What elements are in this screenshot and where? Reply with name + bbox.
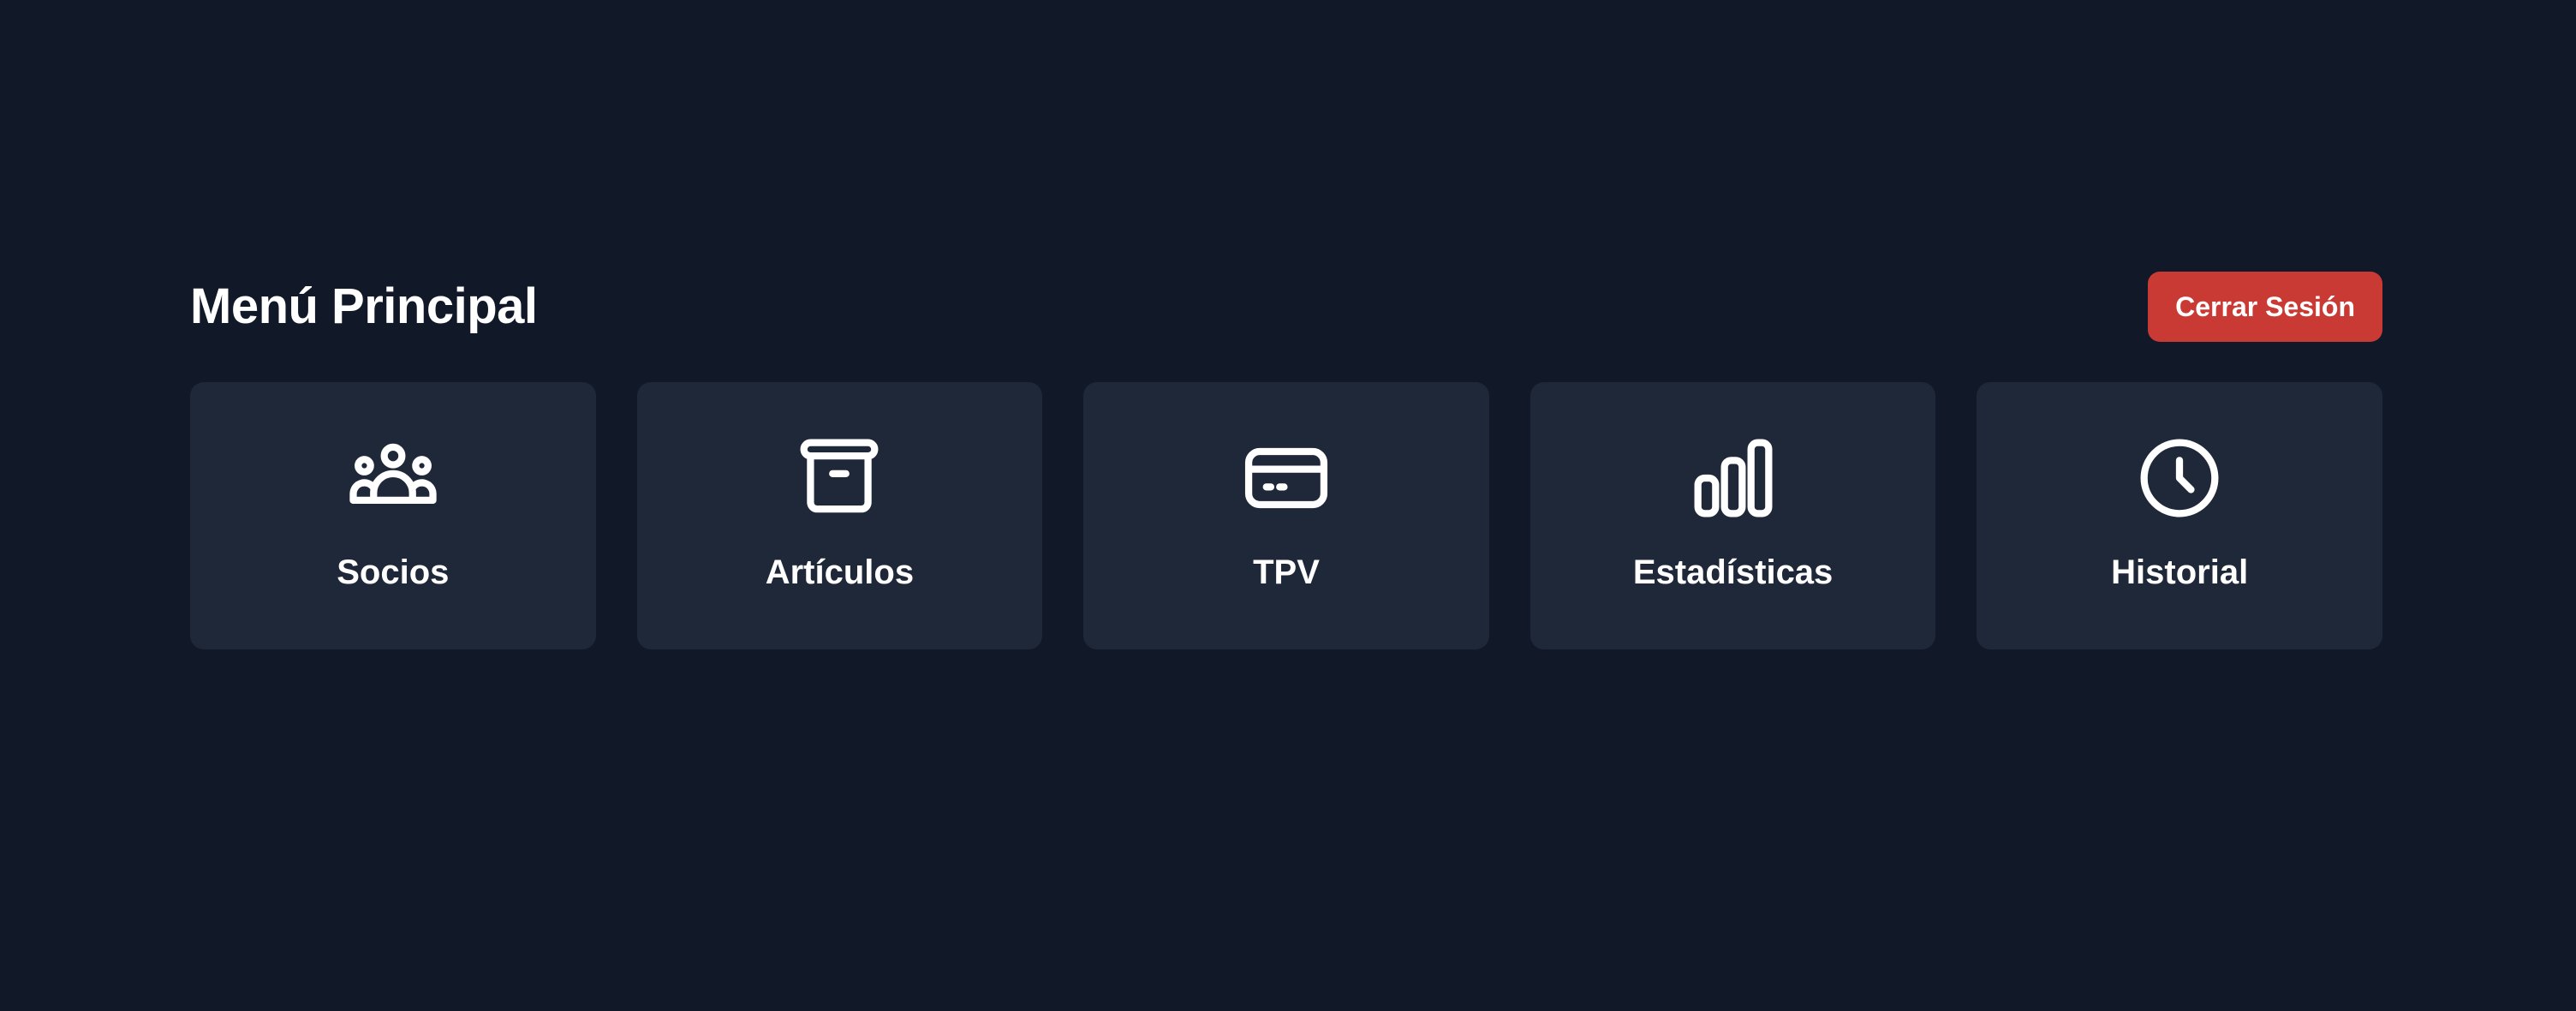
tile-historial[interactable]: Historial	[1977, 382, 2382, 649]
tile-articulos[interactable]: Artículos	[636, 382, 1043, 649]
clock-icon	[2126, 425, 2233, 531]
archive-box-icon	[786, 425, 892, 531]
tile-label: Estadísticas	[1632, 553, 1834, 591]
page-title: Menú Principal	[190, 278, 538, 334]
tile-tpv[interactable]: TPV	[1083, 382, 1489, 649]
menu-header: Menú Principal Cerrar Sesión	[190, 271, 2382, 343]
tile-label: Historial	[2111, 553, 2249, 591]
users-group-icon	[340, 425, 446, 531]
tile-label: Socios	[337, 553, 450, 591]
credit-card-icon	[1233, 425, 1339, 531]
tile-estadisticas[interactable]: Estadísticas	[1530, 382, 1936, 649]
main-menu: Menú Principal Cerrar Sesión Socios Artí…	[190, 271, 2382, 649]
tile-label: Artículos	[765, 553, 915, 591]
menu-tiles: Socios Artículos TPV Estadísticas Histor…	[190, 382, 2382, 649]
tile-socios[interactable]: Socios	[190, 382, 596, 649]
logout-button[interactable]: Cerrar Sesión	[2148, 272, 2382, 342]
tile-label: TPV	[1253, 553, 1320, 591]
bar-chart-icon	[1680, 425, 1786, 531]
